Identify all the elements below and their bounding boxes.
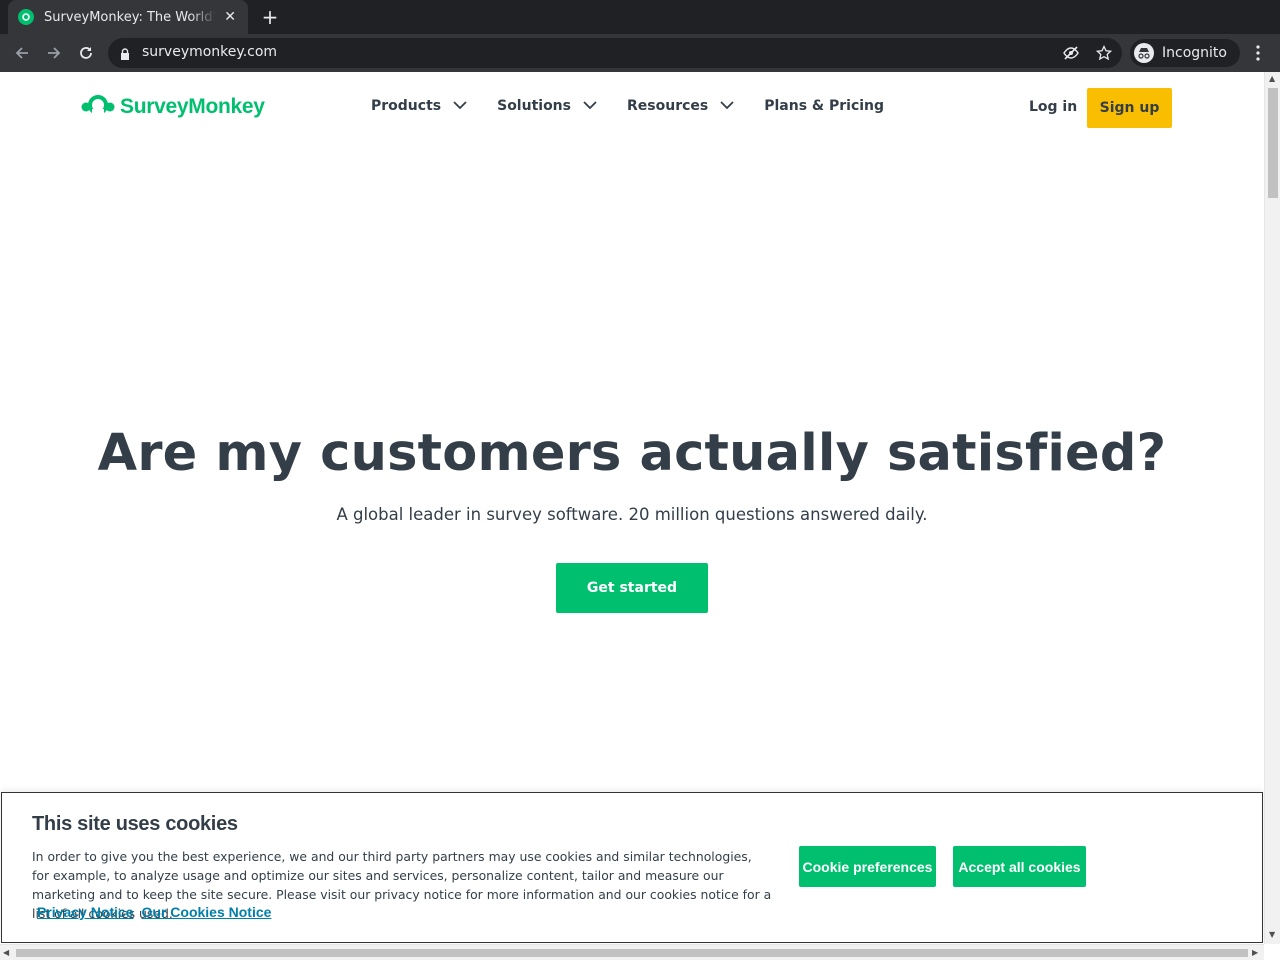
cookie-banner-title: This site uses cookies bbox=[32, 813, 238, 835]
hero-subtitle: A global leader in survey software. 20 m… bbox=[336, 505, 928, 524]
signup-button[interactable]: Sign up bbox=[1087, 88, 1172, 128]
scroll-left-arrow-icon[interactable]: ◀ bbox=[3, 948, 9, 957]
cookie-banner: This site uses cookies In order to give … bbox=[1, 792, 1263, 943]
web-page: SurveyMonkey Products Solutions Resource… bbox=[0, 72, 1264, 944]
reload-icon[interactable] bbox=[73, 40, 99, 66]
cookie-links: Privacy Notice Our Cookies Notice bbox=[37, 904, 279, 920]
main-nav: Products Solutions Resources Plans & Pri… bbox=[371, 98, 914, 114]
nav-resources[interactable]: Resources bbox=[627, 98, 734, 114]
vertical-scroll-thumb[interactable] bbox=[1268, 88, 1278, 198]
scroll-right-arrow-icon[interactable]: ▶ bbox=[1252, 948, 1258, 957]
horizontal-scroll-thumb[interactable] bbox=[16, 949, 1248, 957]
chevron-down-icon bbox=[583, 98, 597, 114]
chevron-down-icon bbox=[720, 98, 734, 114]
privacy-notice-link[interactable]: Privacy Notice bbox=[37, 904, 134, 920]
vertical-scrollbar[interactable]: ▲ ▼ bbox=[1264, 72, 1280, 944]
back-icon[interactable] bbox=[9, 40, 35, 66]
nav-plans-pricing[interactable]: Plans & Pricing bbox=[764, 98, 884, 114]
hero-title: Are my customers actually satisfied? bbox=[97, 424, 1167, 483]
surveymonkey-favicon-icon bbox=[18, 9, 34, 25]
url-text: surveymonkey.com bbox=[142, 44, 278, 60]
incognito-indicator[interactable]: Incognito bbox=[1130, 39, 1240, 67]
nav-products[interactable]: Products bbox=[371, 98, 467, 114]
horizontal-scrollbar[interactable]: ◀ ▶ bbox=[0, 944, 1264, 960]
scroll-down-arrow-icon[interactable]: ▼ bbox=[1269, 930, 1275, 939]
close-icon[interactable]: ✕ bbox=[222, 9, 238, 25]
menu-kebab-icon[interactable] bbox=[1248, 40, 1268, 66]
get-started-button[interactable]: Get started bbox=[556, 563, 708, 613]
scroll-up-arrow-icon[interactable]: ▲ bbox=[1269, 74, 1275, 83]
nav-label: Products bbox=[371, 98, 442, 114]
plus-icon[interactable]: + bbox=[258, 5, 282, 29]
incognito-label: Incognito bbox=[1162, 45, 1227, 61]
nav-solutions[interactable]: Solutions bbox=[497, 98, 597, 114]
address-bar[interactable]: surveymonkey.com bbox=[108, 38, 1122, 68]
accept-all-cookies-button[interactable]: Accept all cookies bbox=[953, 846, 1086, 887]
logo-text: SurveyMonkey bbox=[120, 95, 265, 118]
cookie-preferences-button[interactable]: Cookie preferences bbox=[799, 846, 936, 887]
surveymonkey-logo[interactable]: SurveyMonkey bbox=[80, 92, 265, 122]
browser-tab-bar: SurveyMonkey: The World's Most Popular F… bbox=[0, 0, 1280, 34]
monkey-logo-icon bbox=[80, 92, 116, 122]
tab-title: SurveyMonkey: The World's Most Popular F… bbox=[44, 9, 217, 25]
star-icon[interactable] bbox=[1095, 44, 1113, 62]
lock-icon bbox=[120, 46, 130, 65]
eye-off-icon[interactable] bbox=[1062, 44, 1080, 62]
browser-toolbar: surveymonkey.com Incognito bbox=[0, 34, 1280, 72]
incognito-icon bbox=[1134, 43, 1154, 63]
nav-label: Plans & Pricing bbox=[764, 98, 885, 114]
nav-label: Resources bbox=[627, 98, 709, 114]
chevron-down-icon bbox=[453, 98, 467, 114]
forward-icon[interactable] bbox=[41, 40, 67, 66]
nav-label: Solutions bbox=[497, 98, 571, 114]
login-link[interactable]: Log in bbox=[1029, 99, 1077, 115]
browser-tab[interactable]: SurveyMonkey: The World's Most Popular F… bbox=[8, 0, 248, 34]
cookies-notice-link[interactable]: Our Cookies Notice bbox=[142, 904, 272, 920]
